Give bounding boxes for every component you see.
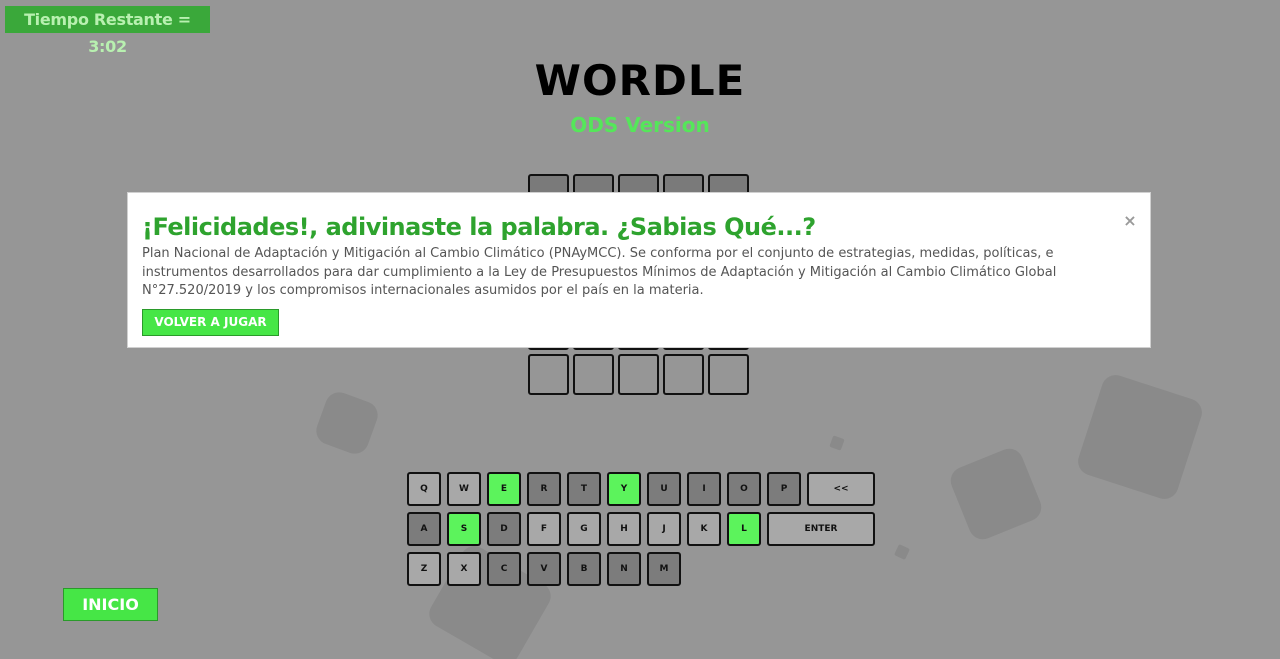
background-shape xyxy=(829,435,845,451)
board-tile xyxy=(708,354,749,395)
home-button[interactable]: INICIO xyxy=(63,588,158,621)
keyboard-row-2: A S D F G H J K L ENTER xyxy=(407,512,875,546)
enter-key[interactable]: ENTER xyxy=(767,512,875,546)
key-q[interactable]: Q xyxy=(407,472,441,506)
key-z[interactable]: Z xyxy=(407,552,441,586)
key-i[interactable]: I xyxy=(687,472,721,506)
key-u[interactable]: U xyxy=(647,472,681,506)
board-tile xyxy=(573,354,614,395)
key-c[interactable]: C xyxy=(487,552,521,586)
page-title: WORDLE xyxy=(534,56,746,105)
key-s[interactable]: S xyxy=(447,512,481,546)
play-again-button[interactable]: VOLVER A JUGAR xyxy=(142,308,279,336)
key-j[interactable]: J xyxy=(647,512,681,546)
key-r[interactable]: R xyxy=(527,472,561,506)
close-icon[interactable]: × xyxy=(1122,213,1138,229)
key-b[interactable]: B xyxy=(567,552,601,586)
backspace-key[interactable]: << xyxy=(807,472,875,506)
success-dialog: × ¡Felicidades!, adivinaste la palabra. … xyxy=(127,192,1151,348)
board-tile xyxy=(663,354,704,395)
background-shape xyxy=(946,444,1046,544)
key-w[interactable]: W xyxy=(447,472,481,506)
page-subtitle: ODS Version xyxy=(570,113,710,137)
key-f[interactable]: F xyxy=(527,512,561,546)
key-x[interactable]: X xyxy=(447,552,481,586)
key-n[interactable]: N xyxy=(607,552,641,586)
background-shape xyxy=(1074,371,1206,503)
keyboard-row-3: ZXCVBNM xyxy=(407,552,875,586)
key-v[interactable]: V xyxy=(527,552,561,586)
key-k[interactable]: K xyxy=(687,512,721,546)
key-m[interactable]: M xyxy=(647,552,681,586)
key-g[interactable]: G xyxy=(567,512,601,546)
keyboard-row-1: Q W E R T Y U I O P << xyxy=(407,472,875,506)
key-a[interactable]: A xyxy=(407,512,441,546)
key-t[interactable]: T xyxy=(567,472,601,506)
key-h[interactable]: H xyxy=(607,512,641,546)
dialog-body-text: Plan Nacional de Adaptación y Mitigación… xyxy=(142,246,1057,298)
board-tile xyxy=(618,354,659,395)
key-p[interactable]: P xyxy=(767,472,801,506)
key-d[interactable]: D xyxy=(487,512,521,546)
key-y[interactable]: Y xyxy=(607,472,641,506)
dialog-title: ¡Felicidades!, adivinaste la palabra. ¿S… xyxy=(142,213,816,241)
time-remaining-label: Tiempo Restante = 3:02 xyxy=(5,6,210,56)
board-row xyxy=(528,354,752,395)
key-e[interactable]: E xyxy=(487,472,521,506)
background-shape xyxy=(894,544,910,560)
background-shape xyxy=(312,388,382,458)
key-o[interactable]: O xyxy=(727,472,761,506)
board-tile xyxy=(528,354,569,395)
key-l[interactable]: L xyxy=(727,512,761,546)
on-screen-keyboard: Q W E R T Y U I O P << A S D F G H J K L ENTER ZXCVBNM xyxy=(407,472,875,592)
